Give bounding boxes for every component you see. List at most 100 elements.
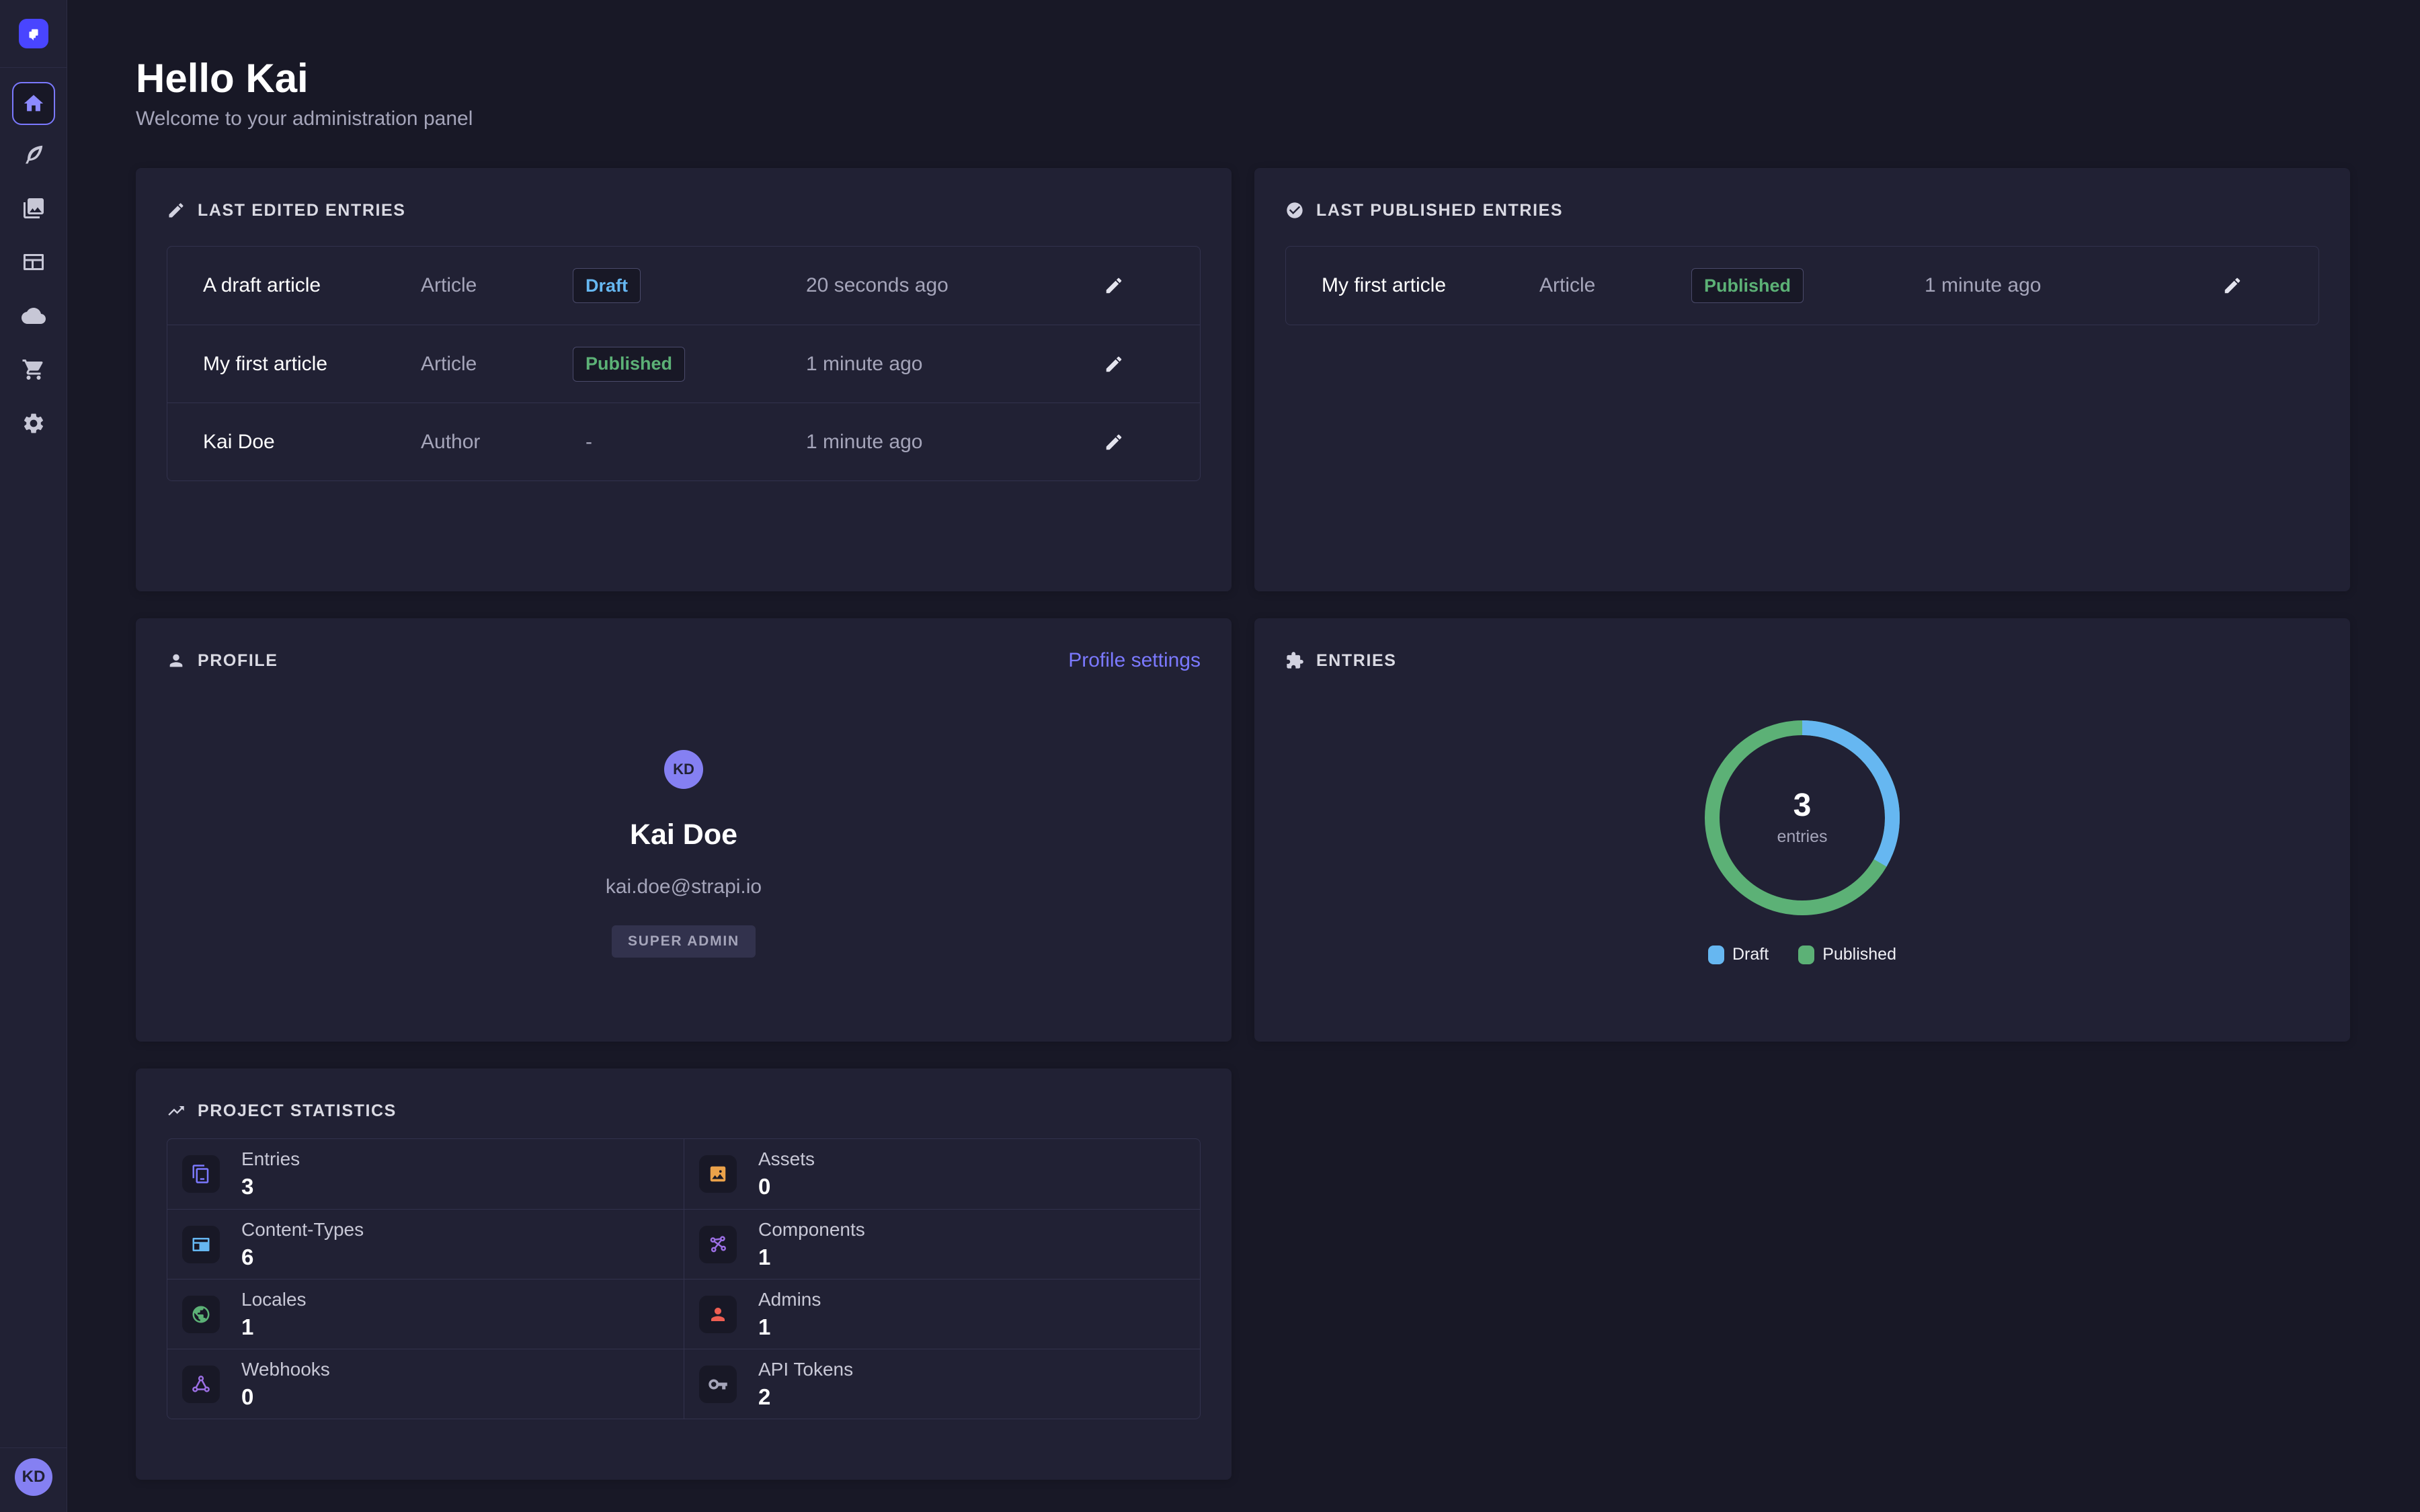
donut-center-label: 3 entries [1691, 707, 1913, 929]
stat-label: Content-Types [241, 1219, 364, 1241]
marketplace-icon [22, 358, 46, 382]
stat-value: 3 [241, 1174, 300, 1200]
trending-up-icon [167, 1101, 186, 1120]
card-title: LAST EDITED ENTRIES [198, 201, 406, 220]
components-icon [699, 1226, 737, 1263]
stat-value: 2 [758, 1384, 853, 1410]
stat-text: Content-Types 6 [241, 1219, 364, 1270]
stat-value: 0 [758, 1174, 815, 1200]
stat-item-content-types: Content-Types 6 [167, 1209, 684, 1279]
status-badge: Published [573, 347, 685, 382]
profile-body: KD Kai Doe kai.doe@strapi.io SUPER ADMIN [167, 750, 1201, 958]
stat-text: Components1 [758, 1219, 865, 1270]
layout-icon [182, 1226, 220, 1263]
entry-name: My first article [1322, 274, 1539, 297]
globe-icon [182, 1296, 220, 1333]
person-icon [167, 651, 186, 670]
legend-chip [1798, 946, 1814, 964]
legend-label: Published [1822, 945, 1896, 964]
picture-icon [699, 1155, 737, 1193]
stat-value: 6 [241, 1245, 364, 1270]
sidebar-divider [0, 67, 67, 68]
profile-name: Kai Doe [630, 818, 737, 851]
card-title: PROFILE [198, 651, 278, 671]
legend-item-draft: Draft [1708, 945, 1769, 964]
edit-entry-button[interactable] [1098, 269, 1130, 302]
entry-updated-time: 1 minute ago [806, 431, 1098, 454]
stat-label: Entries [241, 1148, 300, 1170]
stat-label: Webhooks [241, 1359, 330, 1380]
sidebar-nav [0, 82, 67, 450]
legend-chip [1708, 946, 1724, 964]
stat-text: Webhooks 0 [241, 1359, 330, 1410]
entry-updated-time: 20 seconds ago [806, 274, 1098, 297]
profile-settings-link[interactable]: Profile settings [1068, 649, 1201, 672]
legend-label: Draft [1732, 945, 1769, 964]
card-header: LAST PUBLISHED ENTRIES [1285, 199, 2319, 222]
media-library-icon [22, 196, 46, 220]
sidebar-item-content-manager[interactable] [12, 128, 55, 181]
table-row: My first articleArticlePublished1 minute… [1286, 247, 2318, 325]
sidebar-item-home[interactable] [12, 82, 55, 125]
pencil-icon [1104, 354, 1124, 374]
entry-status-cell: Published [573, 347, 806, 382]
entry-status: - [573, 431, 592, 453]
stat-item-locales: Locales1 [167, 1279, 684, 1349]
entry-status-cell: - [573, 431, 806, 454]
sidebar-item-content-type-builder[interactable] [12, 235, 55, 289]
stat-label: Assets [758, 1148, 815, 1170]
entry-type: Author [421, 431, 573, 454]
key-icon [699, 1366, 737, 1403]
entry-name: My first article [203, 353, 421, 376]
entries-total: 3 [1793, 790, 1812, 822]
stat-item-components: Components1 [684, 1209, 1200, 1279]
entry-actions [1098, 348, 1200, 380]
sidebar-item-marketplace[interactable] [12, 343, 55, 396]
sidebar: KD [0, 0, 67, 1512]
puzzle-icon [1285, 651, 1304, 670]
stat-label: Locales [241, 1289, 307, 1310]
sidebar-item-cloud[interactable] [12, 289, 55, 343]
status-badge: Published [1691, 268, 1804, 303]
profile-card: PROFILE Profile settings KD Kai Doe kai.… [136, 618, 1232, 1042]
stat-item-entries: Entries 3 [167, 1139, 684, 1209]
edit-entry-button[interactable] [2216, 269, 2249, 302]
entry-type: Article [1539, 274, 1691, 297]
entry-status-cell: Draft [573, 268, 806, 303]
legend-item-published: Published [1798, 945, 1896, 964]
edit-entry-button[interactable] [1098, 348, 1130, 380]
edit-entry-button[interactable] [1098, 426, 1130, 458]
sidebar-item-settings[interactable] [12, 396, 55, 450]
stat-item-admins: Admins1 [684, 1279, 1200, 1349]
settings-icon [22, 411, 46, 435]
admin-user-icon [699, 1296, 737, 1333]
stat-value: 0 [241, 1384, 330, 1410]
role-badge: SUPER ADMIN [612, 925, 756, 958]
last-edited-table: A draft articleArticleDraft20 seconds ag… [167, 246, 1201, 481]
user-avatar[interactable]: KD [15, 1458, 52, 1496]
avatar: KD [664, 750, 703, 789]
entries-chart-card: ENTRIES 3 entries DraftPublished [1254, 618, 2350, 1042]
entry-actions [1098, 269, 1200, 302]
last-published-table: My first articleArticlePublished1 minute… [1285, 246, 2319, 325]
card-title: PROJECT STATISTICS [198, 1101, 397, 1121]
table-row: Kai DoeAuthor-1 minute ago [167, 403, 1200, 480]
home-icon [22, 92, 45, 115]
webhooks-icon [182, 1366, 220, 1403]
last-published-entries-card: LAST PUBLISHED ENTRIES My first articleA… [1254, 168, 2350, 591]
strapi-logo[interactable] [19, 19, 48, 48]
entry-type: Article [421, 274, 573, 297]
entries-total-label: entries [1777, 827, 1827, 847]
sidebar-item-media-library[interactable] [12, 181, 55, 235]
pencil-icon [1104, 276, 1124, 296]
page-title: Hello Kai [136, 55, 309, 101]
stat-text: Admins1 [758, 1289, 821, 1340]
entry-updated-time: 1 minute ago [806, 353, 1098, 376]
card-title: LAST PUBLISHED ENTRIES [1316, 201, 1563, 220]
entry-type: Article [421, 353, 573, 376]
stat-text: Assets 0 [758, 1148, 815, 1200]
stat-item-assets: Assets 0 [684, 1139, 1200, 1209]
content-manager-icon [22, 142, 46, 167]
entry-actions [1098, 426, 1200, 458]
strapi-logo-icon [24, 24, 43, 43]
